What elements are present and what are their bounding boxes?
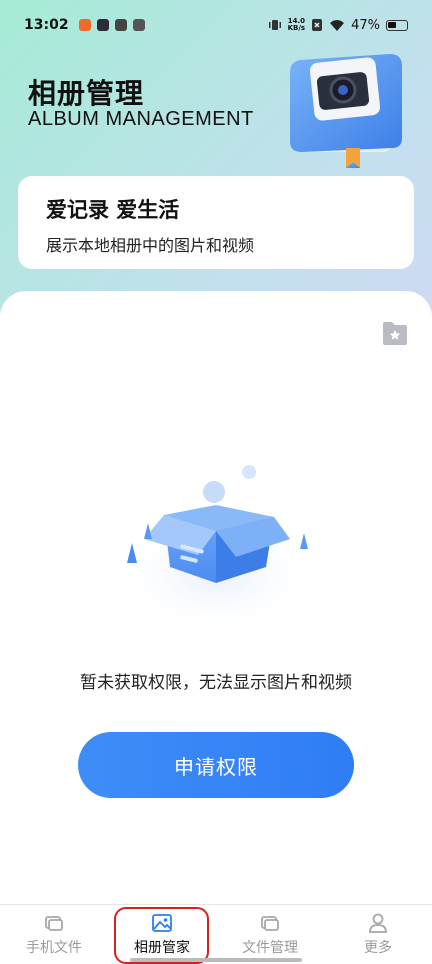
nav-label-file-management: 文件管理 [242,940,298,956]
app-notification-icon [78,19,91,31]
favorite-folder-icon[interactable] [381,320,409,346]
status-time: 13:02 [24,17,69,33]
status-bar: 13:02 14.0 KB/s 47% [0,0,432,50]
slogan-description: 展示本地相册中的图片和视频 [46,236,255,255]
status-left: 13:02 [24,17,145,33]
nav-item-file-management[interactable]: 文件管理 [216,905,324,964]
vibrate-icon [268,20,281,30]
speed-unit: KB/s [287,24,306,32]
page-title: 相册管理 [28,77,145,110]
video-app-icon [96,19,109,31]
slogan-title: 爱记录 爱生活 [46,198,180,222]
request-permission-button[interactable]: 申请权限 [78,732,354,798]
network-speed: 14.0 KB/s [288,18,305,32]
tv-app-icon [114,19,127,31]
folder-icon [261,916,279,931]
album-book-camera-icon [290,54,402,168]
slogan-card: 爱记录 爱生活 展示本地相册中的图片和视频 [18,176,414,269]
nav-item-more[interactable]: 更多 [324,905,432,964]
home-indicator[interactable] [130,958,302,962]
battery-icon [386,19,408,31]
battery-percent: 47% [351,17,380,33]
status-right: 14.0 KB/s 47% [268,18,408,33]
image-icon [152,914,172,932]
nav-label-more: 更多 [364,940,392,956]
phone-file-icon [45,916,63,931]
nav-item-album-manager[interactable]: 相册管家 [108,905,216,964]
person-icon [369,913,387,933]
mail-app-icon [132,19,145,31]
nav-item-phone-files[interactable]: 手机文件 [0,905,108,964]
wifi-icon [330,19,345,31]
nav-label-album-manager: 相册管家 [134,940,190,956]
page-subtitle: ALBUM MANAGEMENT [28,108,254,130]
nav-label-phone-files: 手机文件 [26,940,82,956]
no-sim-icon [312,19,323,31]
bottom-nav: 手机文件 相册管家 文件管理 更多 [0,904,432,964]
permission-empty-message: 暂未获取权限，无法显示图片和视频 [80,673,352,693]
empty-box-illustration-icon [108,465,324,637]
